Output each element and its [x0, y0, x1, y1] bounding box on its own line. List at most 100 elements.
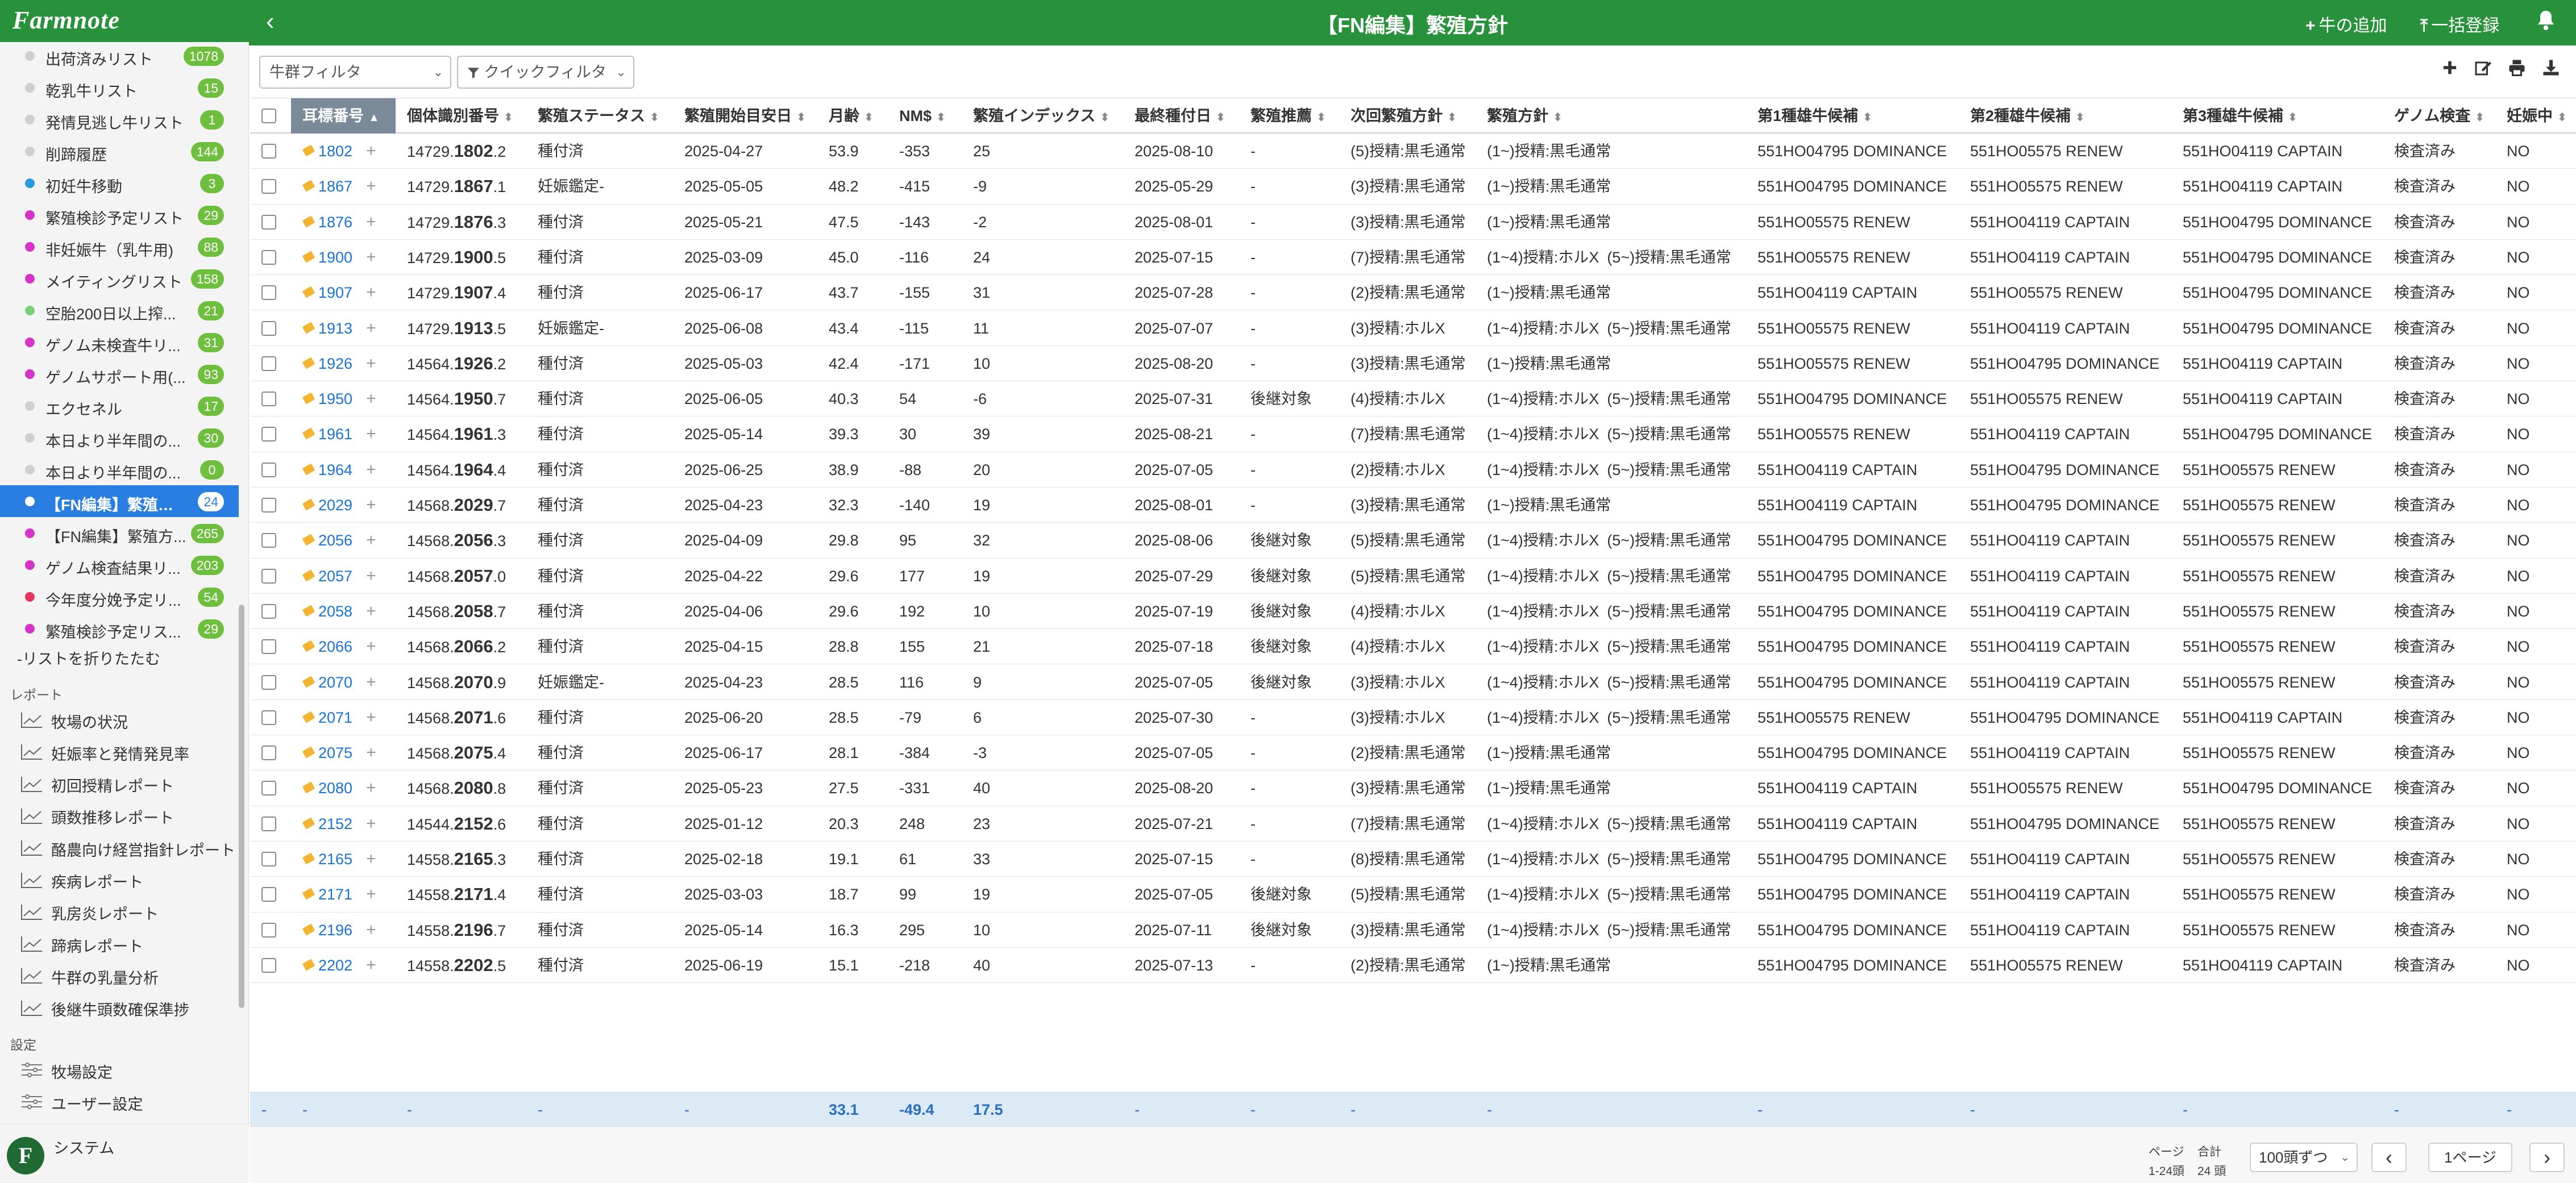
ear-tag-link[interactable]: 2066 — [318, 629, 352, 664]
report-link[interactable]: 乳房炎レポート — [20, 899, 242, 927]
table-row[interactable]: 1913 +14729.1913.5 妊娠鑑定- 2025-06-08 43.4 -115… — [250, 311, 2576, 346]
column-header[interactable]: NM$ ⬍ — [899, 98, 946, 134]
row-checkbox[interactable] — [261, 781, 276, 796]
row-checkbox[interactable] — [261, 922, 276, 938]
table-row[interactable]: 2080 +14568.2080.8 種付済 2025-05-23 27.5 -331 40… — [250, 770, 2576, 806]
add-event-icon[interactable]: + — [366, 665, 376, 700]
collapse-lists-link[interactable]: -リストを折りたたむ — [17, 647, 160, 669]
sidebar-list-item[interactable]: 繁殖検診予定リスト 29 — [0, 199, 239, 231]
table-row[interactable]: 2071 +14568.2071.6 種付済 2025-06-20 28.5 -79 6 20… — [250, 700, 2576, 736]
column-header[interactable]: ゲノム検査 ⬍ — [2394, 98, 2484, 134]
sidebar-list-item[interactable]: 発情見逃し牛リスト 1 — [0, 103, 239, 135]
add-event-icon[interactable]: + — [366, 169, 376, 204]
table-row[interactable]: 2171 +14558.2171.4 種付済 2025-03-03 18.7 99 19 20… — [250, 877, 2576, 913]
row-checkbox[interactable] — [261, 249, 276, 265]
sidebar-list-item[interactable]: 繁殖検診予定リス... 29 — [0, 613, 239, 644]
next-page-button[interactable]: › — [2529, 1143, 2565, 1172]
sidebar-list-item[interactable]: 本日より半年間の... 30 — [0, 422, 239, 453]
report-link[interactable]: 初回授精レポート — [20, 771, 242, 799]
row-checkbox[interactable] — [261, 144, 276, 159]
ear-tag-link[interactable]: 2070 — [318, 665, 352, 700]
table-row[interactable]: 2066 +14568.2066.2 種付済 2025-04-15 28.8 155 21 2… — [250, 629, 2576, 665]
table-row[interactable]: 2075 +14568.2075.4 種付済 2025-06-17 28.1 -384 -3… — [250, 735, 2576, 771]
add-event-icon[interactable]: + — [366, 842, 376, 877]
add-event-icon[interactable]: + — [366, 452, 376, 488]
row-checkbox[interactable] — [261, 603, 276, 619]
ear-tag-link[interactable]: 2075 — [318, 735, 352, 770]
column-header[interactable]: 月齢 ⬍ — [829, 98, 874, 134]
table-row[interactable]: 2152 +14544.2152.6 種付済 2025-01-12 20.3 248 23 2… — [250, 806, 2576, 842]
ear-tag-link[interactable]: 1867 — [318, 169, 352, 204]
ear-tag-link[interactable]: 2152 — [318, 806, 352, 842]
add-cow-button[interactable]: + 牛の追加 — [2305, 11, 2387, 36]
ear-tag-link[interactable]: 1961 — [318, 416, 352, 452]
sidebar-list-item[interactable]: エクセネル 17 — [0, 390, 239, 422]
ear-tag-link[interactable]: 1913 — [318, 311, 352, 346]
ear-tag-link[interactable]: 1802 — [318, 134, 352, 169]
sidebar-list-item[interactable]: メイティングリスト 158 — [0, 263, 239, 294]
row-checkbox[interactable] — [261, 179, 276, 194]
prev-page-button[interactable]: ‹ — [2371, 1143, 2407, 1172]
current-page-select[interactable]: 1ページ — [2428, 1143, 2512, 1172]
ear-tag-link[interactable]: 2029 — [318, 488, 352, 523]
download-icon[interactable] — [2540, 59, 2562, 82]
notifications-button[interactable] — [2536, 9, 2556, 36]
column-header[interactable]: 妊娠中 ⬍ — [2507, 98, 2567, 134]
bulk-register-button[interactable]: ⤒ 一括登録 — [2420, 11, 2499, 36]
add-event-icon[interactable]: + — [366, 205, 376, 240]
select-all-checkbox[interactable] — [261, 109, 276, 123]
ear-tag-link[interactable]: 2071 — [318, 700, 352, 735]
column-header[interactable]: 繁殖ステータス ⬍ — [538, 98, 659, 134]
ear-tag-link[interactable]: 1900 — [318, 240, 352, 275]
table-row[interactable]: 1802 +14729.1802.2 種付済 2025-04-27 53.9 -353 25… — [250, 134, 2576, 169]
table-row[interactable]: 1867 +14729.1867.1 妊娠鑑定- 2025-05-05 48.2 -415… — [250, 169, 2576, 205]
sidebar-list-item[interactable]: 【FN編集】繁殖方針 24 — [0, 485, 239, 517]
row-checkbox[interactable] — [261, 957, 276, 973]
ear-tag-link[interactable]: 2196 — [318, 913, 352, 948]
report-link[interactable]: 頭数推移レポート — [20, 803, 242, 831]
table-row[interactable]: 1964 +14564.1964.4 種付済 2025-06-25 38.9 -88 20 2… — [250, 452, 2576, 488]
column-header[interactable]: 第2種雄牛候補 ⬍ — [1970, 98, 2085, 134]
quick-filter-select[interactable]: クイックフィルタ ⌄ — [457, 56, 634, 89]
system-menu[interactable]: F システム — [0, 1124, 249, 1183]
column-header[interactable]: 繁殖推薦 ⬍ — [1250, 98, 1326, 134]
settings-link[interactable]: ユーザー設定 — [20, 1089, 242, 1117]
add-event-icon[interactable]: + — [366, 806, 376, 842]
report-link[interactable]: 蹄病レポート — [20, 931, 242, 959]
row-checkbox[interactable] — [261, 745, 276, 761]
column-header[interactable]: 次回繁殖方針 ⬍ — [1351, 98, 1457, 134]
sidebar-list-item[interactable]: 本日より半年間の... 0 — [0, 453, 239, 485]
add-event-icon[interactable]: + — [366, 913, 376, 948]
add-row-icon[interactable] — [2438, 59, 2461, 82]
add-event-icon[interactable]: + — [366, 700, 376, 735]
herd-filter-select[interactable]: 牛群フィルタ ⌄ — [259, 56, 451, 89]
table-row[interactable]: 1876 +14729.1876.3 種付済 2025-05-21 47.5 -143 -2… — [250, 205, 2576, 240]
column-header[interactable]: 最終種付日 ⬍ — [1135, 98, 1225, 134]
ear-tag-link[interactable]: 1926 — [318, 346, 352, 381]
table-row[interactable]: 1926 +14564.1926.2 種付済 2025-05-03 42.4 -171 10… — [250, 346, 2576, 382]
sidebar-list-item[interactable]: 空胎200日以上搾... 21 — [0, 294, 239, 326]
add-event-icon[interactable]: + — [366, 594, 376, 629]
row-checkbox[interactable] — [261, 852, 276, 867]
ear-tag-link[interactable]: 2058 — [318, 594, 352, 629]
row-checkbox[interactable] — [261, 816, 276, 831]
row-checkbox[interactable] — [261, 710, 276, 725]
sidebar-list-item[interactable]: 非妊娠牛（乳牛用) 88 — [0, 231, 239, 263]
add-event-icon[interactable]: + — [366, 877, 376, 912]
column-header[interactable]: 繁殖方針 ⬍ — [1487, 98, 1563, 134]
add-event-icon[interactable]: + — [366, 346, 376, 381]
row-checkbox[interactable] — [261, 498, 276, 513]
add-event-icon[interactable]: + — [366, 488, 376, 523]
add-event-icon[interactable]: + — [366, 735, 376, 770]
table-row[interactable]: 1950 +14564.1950.7 種付済 2025-06-05 40.3 54 -6 20… — [250, 381, 2576, 417]
sidebar-list-item[interactable]: ゲノム検査結果リ... 203 — [0, 549, 239, 581]
table-row[interactable]: 2165 +14558.2165.3 種付済 2025-02-18 19.1 61 33 20… — [250, 842, 2576, 877]
row-checkbox[interactable] — [261, 462, 276, 477]
add-event-icon[interactable]: + — [366, 948, 376, 983]
ear-tag-link[interactable]: 1907 — [318, 275, 352, 310]
add-event-icon[interactable]: + — [366, 416, 376, 452]
row-checkbox[interactable] — [261, 214, 276, 230]
ear-tag-link[interactable]: 1964 — [318, 452, 352, 488]
ear-tag-link[interactable]: 2057 — [318, 559, 352, 594]
row-checkbox[interactable] — [261, 533, 276, 548]
